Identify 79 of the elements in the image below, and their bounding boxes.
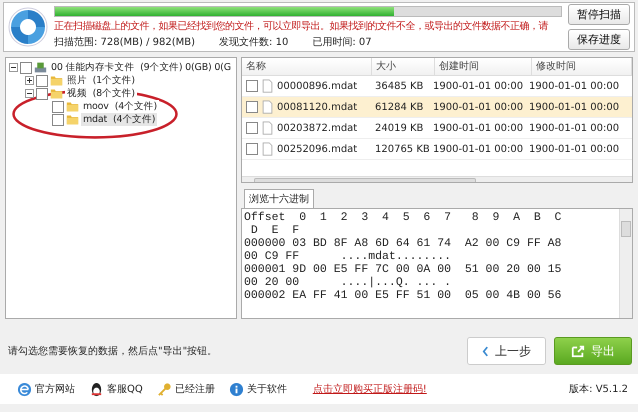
tree-checkbox[interactable] (52, 114, 64, 126)
purchase-link[interactable]: 点击立即购买正版注册码! (312, 382, 427, 396)
row-checkbox[interactable] (246, 80, 258, 92)
vertical-scrollbar[interactable] (619, 209, 632, 318)
file-icon (262, 100, 273, 114)
stat-text: 扫描范围: 728(MB) / 982(MB) (54, 36, 196, 48)
footer-link[interactable]: 官方网站 (35, 382, 75, 396)
globe-e-icon (17, 382, 32, 396)
tree-item[interactable]: mdat (4个文件) (81, 113, 158, 126)
folder-icon (66, 113, 79, 126)
column-header[interactable]: 大小 (372, 58, 435, 75)
tree-checkbox[interactable] (36, 74, 48, 86)
folder-icon (50, 87, 63, 100)
table-cell-text: 1900-01-01 00:00 (432, 144, 524, 154)
penguin-icon (89, 382, 104, 396)
table-cell-text: 36485 KB (374, 80, 424, 92)
hex-line: 000000 03 BD 8F A8 6D 64 61 74 A2 00 C9 FF A8 (244, 237, 562, 250)
table-cell-text: 1900-01-01 00:00 (432, 122, 524, 134)
column-header[interactable]: 名称 (242, 58, 372, 75)
tree-item[interactable]: 照片 (1个文件) (65, 74, 137, 87)
row-checkbox[interactable] (246, 143, 258, 155)
footer-link[interactable]: 客服QQ (107, 382, 143, 396)
drive-icon (34, 61, 47, 74)
back-button[interactable]: 上一步 (467, 337, 546, 365)
table-cell-text: 24019 KB (374, 122, 424, 134)
stat-text: 发现文件数: 10 (219, 36, 288, 48)
scan-message: 正在扫描磁盘上的文件，如果已经找到您的文件，可以立即导出。如果找到的文件不全，或导出的文件数据不正确，请 (54, 20, 549, 32)
column-header[interactable]: 创建时间 (435, 58, 532, 75)
collapse-icon[interactable] (9, 63, 18, 72)
tree-checkbox[interactable] (20, 62, 32, 74)
table-cell-text: 1900-01-01 00:00 (528, 144, 620, 154)
file-name: 00203872.mdat (277, 122, 358, 134)
footer-link[interactable]: 已经注册 (174, 382, 215, 396)
hex-tab[interactable]: 浏览十六进制 (244, 189, 314, 208)
export-icon (571, 344, 585, 358)
expand-icon[interactable] (25, 76, 34, 85)
table-cell-text: 1900-01-01 00:00 (528, 102, 620, 112)
hex-line: 00 20 00 ....|...Q. ... . (244, 276, 452, 289)
row-checkbox[interactable] (246, 101, 258, 113)
header-button[interactable]: 暂停扫描 (568, 4, 630, 25)
hex-line: 000002 EA FF 41 00 E5 FF 51 00 05 00 4B 00 56 (244, 289, 562, 302)
file-icon (262, 121, 273, 135)
key-icon (156, 382, 172, 396)
table-cell-text: 1900-01-01 00:00 (432, 80, 524, 92)
hint-text: 请勾选您需要恢复的数据，然后点"导出"按钮。 (8, 344, 218, 358)
table-cell-text: 1900-01-01 00:00 (528, 122, 620, 134)
folder-icon (66, 100, 79, 113)
collapse-icon[interactable] (25, 89, 34, 98)
table-cell-text: 120765 KB (374, 144, 429, 154)
logo-icon (8, 7, 48, 47)
tree-checkbox[interactable] (52, 100, 64, 112)
hex-line: D E F (250, 224, 300, 237)
table-cell-text: 1900-01-01 00:00 (528, 80, 620, 92)
stat-text: 已用时间: 07 (312, 36, 372, 48)
hex-line: 00 C9 FF ....mdat........ (244, 250, 452, 263)
info-icon (228, 382, 244, 396)
tree-item[interactable]: 00 佳能内存卡文件 (9个文件) 0(GB) 0(G (49, 61, 233, 74)
file-name: 00081120.mdat (277, 102, 358, 112)
file-name: 00252096.mdat (277, 144, 358, 154)
chevron-left-icon (482, 346, 489, 356)
file-icon (262, 142, 273, 156)
file-icon (262, 79, 273, 93)
table-cell-text: 1900-01-01 00:00 (432, 102, 524, 112)
hex-line: Offset 0 1 2 3 4 5 6 7 8 9 A B C (244, 211, 562, 224)
table-row[interactable]: 00252096.mdat 120765 KB 1900-01-01 00:00 1900-01-01 00:00 (242, 139, 632, 160)
tree-checkbox[interactable] (36, 88, 48, 100)
folder-icon (50, 74, 63, 87)
header-button[interactable]: 保存进度 (568, 29, 630, 50)
table-row[interactable]: 00203872.mdat 24019 KB 1900-01-01 00:00 1900-01-01 00:00 (242, 118, 632, 139)
file-name: 00000896.mdat (277, 80, 358, 92)
row-checkbox[interactable] (246, 122, 258, 134)
tree-item[interactable]: moov (4个文件) (81, 100, 159, 113)
table-cell-text: 61284 KB (374, 102, 424, 112)
version-text: 版本: V5.1.2 (569, 382, 628, 396)
column-header[interactable]: 修改时间 (532, 58, 632, 75)
tree-item[interactable]: 视频 (8个文件) (65, 87, 137, 100)
table-row[interactable]: 00081120.mdat 61284 KB 1900-01-01 00:00 1900-01-01 00:00 (242, 97, 632, 118)
hex-line: 000001 9D 00 E5 FF 7C 00 0A 00 51 00 20 00 15 (244, 263, 562, 276)
footer-link[interactable]: 关于软件 (246, 382, 287, 396)
